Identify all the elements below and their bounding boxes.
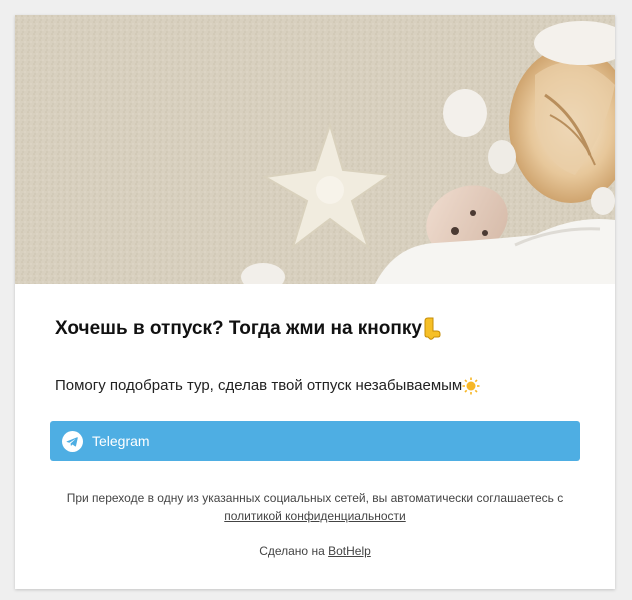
widget-title-text: Хочешь в отпуск? Тогда жми на кнопку (55, 318, 422, 339)
pointing-down-hand-icon (424, 317, 441, 340)
telegram-button-label: Telegram (92, 433, 150, 449)
widget-description: Помогу подобрать тур, сделав твой отпуск… (55, 375, 480, 397)
sun-icon (462, 377, 480, 395)
privacy-policy-link[interactable]: политикой конфиденциальности (224, 509, 405, 523)
consent-notice: При переходе в одну из указанных социаль… (35, 489, 595, 525)
telegram-button[interactable]: Telegram (50, 421, 580, 461)
consent-text: При переходе в одну из указанных социаль… (66, 491, 564, 505)
widget-title: Хочешь в отпуск? Тогда жми на кнопку (55, 315, 442, 343)
hero-image (15, 15, 615, 284)
subscription-widget-card: Хочешь в отпуск? Тогда жми на кнопку Пом… (15, 15, 615, 589)
widget-description-text: Помогу подобрать тур, сделав твой отпуск… (55, 377, 463, 394)
bothelp-link[interactable]: BotHelp (328, 544, 371, 558)
telegram-icon (62, 430, 83, 452)
made-with-prefix: Сделано на (259, 544, 325, 558)
made-with-footer: Сделано на BotHelp (15, 543, 615, 559)
